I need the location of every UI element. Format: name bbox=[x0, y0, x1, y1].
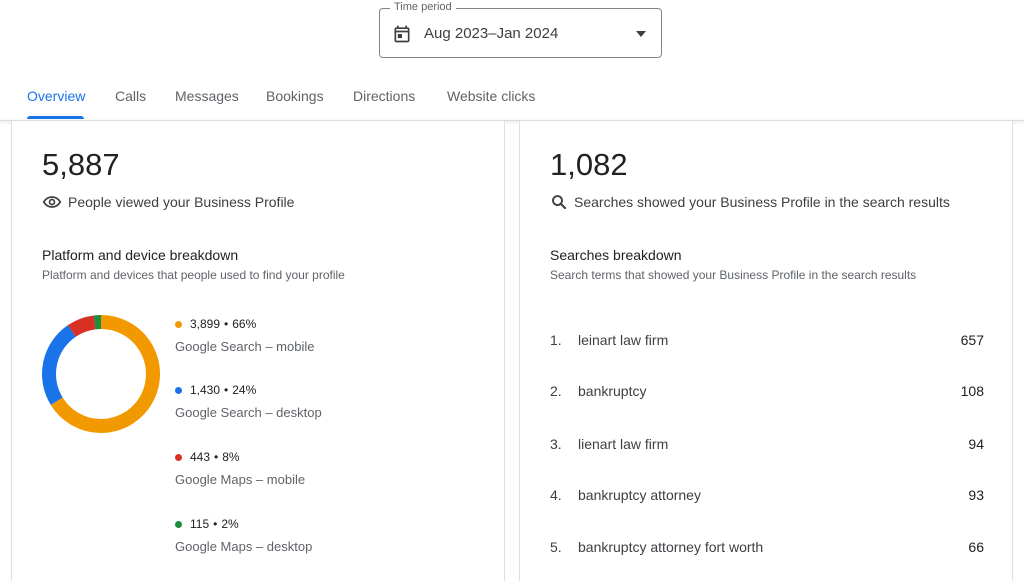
search-term-row: 5. bankruptcy attorney fort worth 66 bbox=[550, 539, 984, 559]
tab-overview[interactable]: Overview bbox=[27, 88, 85, 104]
search-count: 108 bbox=[961, 383, 984, 399]
search-count: 94 bbox=[968, 436, 984, 452]
views-label: People viewed your Business Profile bbox=[68, 194, 294, 210]
tab-messages[interactable]: Messages bbox=[175, 88, 239, 104]
platform-breakdown-title: Platform and device breakdown bbox=[42, 247, 238, 263]
eye-icon bbox=[42, 194, 62, 210]
search-count: 93 bbox=[968, 487, 984, 503]
legend-item-maps-desktop: 115 • 2% Google Maps – desktop bbox=[175, 517, 312, 554]
tab-bookings[interactable]: Bookings bbox=[266, 88, 324, 104]
time-period-legend: Time period bbox=[390, 1, 456, 13]
legend-label: Google Maps – desktop bbox=[175, 539, 312, 554]
searches-card: 1,082 Searches showed your Business Prof… bbox=[519, 121, 1013, 581]
search-term: bankruptcy attorney fort worth bbox=[578, 539, 763, 555]
searches-breakdown-title: Searches breakdown bbox=[550, 247, 682, 263]
views-card: 5,887 People viewed your Business Profil… bbox=[11, 121, 505, 581]
time-period-value: Aug 2023–Jan 2024 bbox=[424, 25, 558, 42]
legend-value: 443 bbox=[190, 450, 210, 464]
tab-website-clicks[interactable]: Website clicks bbox=[447, 88, 535, 104]
legend-label: Google Search – desktop bbox=[175, 405, 322, 420]
search-rank: 5. bbox=[550, 539, 562, 555]
tab-calls[interactable]: Calls bbox=[115, 88, 146, 104]
search-term: bankruptcy attorney bbox=[578, 487, 701, 503]
donut-slice-2 bbox=[72, 322, 95, 331]
searches-breakdown-subtitle: Search terms that showed your Business P… bbox=[550, 268, 916, 282]
searches-total: 1,082 bbox=[550, 147, 628, 183]
legend-item-maps-mobile: 443 • 8% Google Maps – mobile bbox=[175, 450, 305, 487]
legend-item-search-mobile: 3,899 • 66% Google Search – mobile bbox=[175, 317, 314, 354]
search-term: lienart law firm bbox=[578, 436, 668, 452]
calendar-icon bbox=[392, 24, 412, 44]
legend-percent: 2% bbox=[221, 517, 238, 531]
platform-donut-chart bbox=[41, 314, 161, 434]
search-term-row: 2. bankruptcy 108 bbox=[550, 383, 984, 403]
legend-label: Google Search – mobile bbox=[175, 339, 314, 354]
legend-label: Google Maps – mobile bbox=[175, 472, 305, 487]
search-count: 66 bbox=[968, 539, 984, 555]
search-rank: 2. bbox=[550, 383, 562, 399]
legend-dot bbox=[175, 321, 182, 328]
legend-item-search-desktop: 1,430 • 24% Google Search – desktop bbox=[175, 383, 322, 420]
platform-breakdown-subtitle: Platform and devices that people used to… bbox=[42, 268, 345, 282]
views-metric: People viewed your Business Profile bbox=[42, 192, 294, 212]
search-term-row: 1. leinart law firm 657 bbox=[550, 332, 984, 352]
search-rank: 1. bbox=[550, 332, 562, 348]
legend-percent: 66% bbox=[232, 317, 256, 331]
search-term-row: 3. lienart law firm 94 bbox=[550, 436, 984, 456]
legend-percent: 8% bbox=[222, 450, 239, 464]
time-period-select[interactable]: Time period Aug 2023–Jan 2024 bbox=[379, 8, 662, 58]
search-icon bbox=[550, 193, 568, 211]
legend-dot bbox=[175, 387, 182, 394]
search-count: 657 bbox=[961, 332, 984, 348]
tab-directions[interactable]: Directions bbox=[353, 88, 415, 104]
donut-slice-1 bbox=[49, 331, 72, 401]
tab-bar: Overview Calls Messages Bookings Directi… bbox=[0, 78, 1024, 120]
legend-dot bbox=[175, 521, 182, 528]
active-tab-indicator bbox=[27, 116, 84, 119]
searches-label: Searches showed your Business Profile in… bbox=[574, 194, 950, 210]
dropdown-arrow-icon bbox=[635, 29, 647, 39]
legend-percent: 24% bbox=[232, 383, 256, 397]
search-rank: 3. bbox=[550, 436, 562, 452]
searches-metric: Searches showed your Business Profile in… bbox=[550, 192, 950, 212]
legend-dot bbox=[175, 454, 182, 461]
search-term: leinart law firm bbox=[578, 332, 668, 348]
search-term: bankruptcy bbox=[578, 383, 646, 399]
legend-value: 1,430 bbox=[190, 383, 220, 397]
legend-value: 115 bbox=[190, 517, 209, 531]
search-term-row: 4. bankruptcy attorney 93 bbox=[550, 487, 984, 507]
search-rank: 4. bbox=[550, 487, 562, 503]
views-total: 5,887 bbox=[42, 147, 120, 183]
legend-value: 3,899 bbox=[190, 317, 220, 331]
